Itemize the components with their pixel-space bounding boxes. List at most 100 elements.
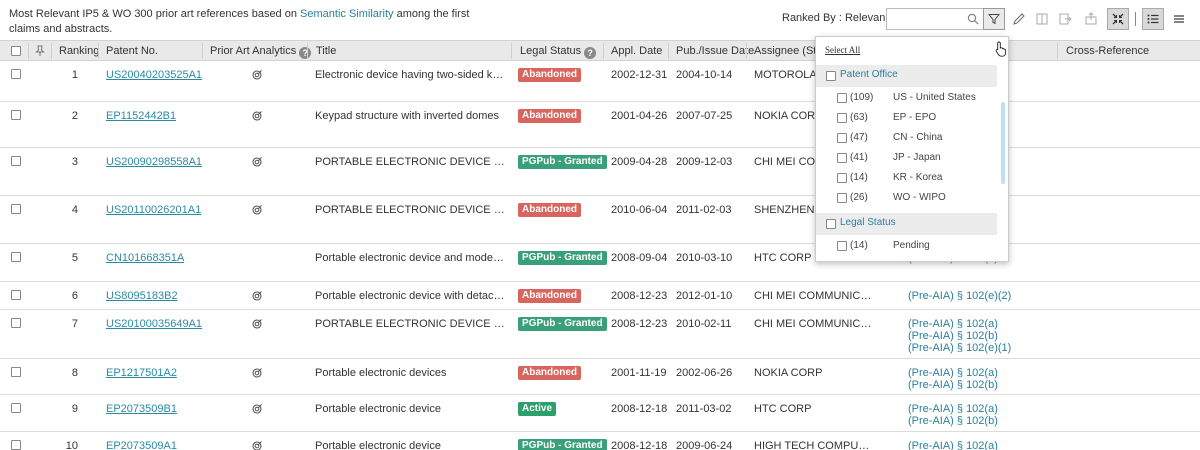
filter-option[interactable]: (14) KR - Korea <box>816 169 997 189</box>
patent-number-link[interactable]: US20100035649A1 <box>106 317 202 331</box>
help-icon[interactable]: ? <box>584 47 597 59</box>
column-header-prior-art-analytics[interactable]: Prior Art Analytics? <box>210 41 312 61</box>
filter-option[interactable]: (109) US - United States <box>816 89 997 109</box>
column-header-ranking[interactable]: Ranking <box>59 41 99 61</box>
target-icon[interactable] <box>252 319 262 329</box>
row-checkbox[interactable] <box>11 403 21 413</box>
option-name[interactable]: KR - Korea <box>893 172 942 183</box>
target-icon[interactable] <box>252 70 262 80</box>
table-row[interactable]: 3 US20090298558A1 PORTABLE ELECTRONIC DEVI… <box>0 148 1200 196</box>
title-text[interactable]: Portable electronic device and mode swit… <box>315 251 505 265</box>
filter-option[interactable]: (41) JP - Japan <box>816 149 997 169</box>
group-checkbox[interactable] <box>826 219 836 229</box>
row-checkbox[interactable] <box>11 290 21 300</box>
filter-option[interactable]: (26) WO - WIPO <box>816 189 997 209</box>
filter-option[interactable]: (14) Pending <box>816 237 997 257</box>
table-row[interactable]: 6 US8095183B2 Portable electronic device w… <box>0 282 1200 310</box>
cross-reference-item[interactable]: (Pre-AIA) § 102(a) <box>908 403 998 415</box>
title-text[interactable]: Keypad structure with inverted domes <box>315 109 505 123</box>
export-icon[interactable] <box>1057 11 1073 27</box>
option-checkbox[interactable] <box>837 153 847 163</box>
target-icon[interactable] <box>252 368 262 378</box>
option-name[interactable]: EP - EPO <box>893 112 936 123</box>
target-icon[interactable] <box>252 441 262 450</box>
option-name[interactable]: US - United States <box>893 92 976 103</box>
title-text[interactable]: Portable electronic device <box>315 439 505 450</box>
patent-number-link[interactable]: US20040203525A1 <box>106 68 202 82</box>
search-icon[interactable] <box>967 13 979 25</box>
table-row[interactable]: 9 EP2073509B1 Portable electronic device Ac… <box>0 395 1200 432</box>
collapse-icon[interactable] <box>1107 8 1129 30</box>
patent-number-link[interactable]: US20090298558A1 <box>106 155 202 169</box>
filter-group[interactable]: Patent Office <box>816 65 997 87</box>
row-checkbox[interactable] <box>11 110 21 120</box>
pin-icon[interactable] <box>35 45 45 57</box>
column-header-patent-no[interactable]: Patent No. <box>106 41 158 61</box>
patent-number-link[interactable]: EP1217501A2 <box>106 366 177 380</box>
filter-option[interactable]: (47) CN - China <box>816 129 997 149</box>
option-name[interactable]: WO - WIPO <box>893 192 946 203</box>
row-checkbox[interactable] <box>11 204 21 214</box>
target-icon[interactable] <box>252 404 262 414</box>
book-icon[interactable] <box>1034 11 1050 27</box>
title-text[interactable]: PORTABLE ELECTRONIC DEVICE WITH M... <box>315 155 505 169</box>
row-checkbox[interactable] <box>11 440 21 450</box>
pencil-icon[interactable] <box>1011 11 1027 27</box>
semantic-similarity-link[interactable]: Semantic Similarity <box>300 8 394 20</box>
target-icon[interactable] <box>252 205 262 215</box>
filter-group[interactable]: Legal Status <box>816 213 997 235</box>
cross-reference-item[interactable]: (Pre-AIA) § 102(a) <box>908 440 998 450</box>
patent-number-link[interactable]: US8095183B2 <box>106 289 178 303</box>
patent-number-link[interactable]: US20110026201A1 <box>106 203 201 217</box>
cross-reference-item[interactable]: (Pre-AIA) § 102(a) <box>908 367 998 379</box>
option-checkbox[interactable] <box>837 93 847 103</box>
table-row[interactable]: 4 US20110026201A1 PORTABLE ELECTRONIC DEVI… <box>0 196 1200 244</box>
share-icon[interactable] <box>1083 11 1099 27</box>
patent-number-link[interactable]: EP2073509B1 <box>106 402 177 416</box>
filter-group-label[interactable]: Patent Office <box>840 69 898 80</box>
select-all-checkbox[interactable] <box>11 46 21 56</box>
table-row[interactable]: 8 EP1217501A2 Portable electronic devices A… <box>0 359 1200 395</box>
title-text[interactable]: Portable electronic device with detachab… <box>315 289 505 303</box>
option-name[interactable]: CN - China <box>893 132 942 143</box>
row-checkbox[interactable] <box>11 69 21 79</box>
target-icon[interactable] <box>252 111 262 121</box>
cross-reference-item[interactable]: (Pre-AIA) § 102(e)(1) <box>908 342 1011 354</box>
list-view-icon[interactable] <box>1142 8 1164 30</box>
patent-number-link[interactable]: EP1152442B1 <box>106 109 176 123</box>
title-text[interactable]: Portable electronic device <box>315 402 505 416</box>
patent-number-link[interactable]: EP2073509A1 <box>106 439 177 450</box>
patent-number-link[interactable]: CN101668351A <box>106 251 184 265</box>
option-checkbox[interactable] <box>837 133 847 143</box>
option-checkbox[interactable] <box>837 241 847 251</box>
option-checkbox[interactable] <box>837 173 847 183</box>
filter-option[interactable]: (63) EP - EPO <box>816 109 997 129</box>
target-icon[interactable] <box>252 157 262 167</box>
target-icon[interactable] <box>252 291 262 301</box>
group-checkbox[interactable] <box>826 71 836 81</box>
title-text[interactable]: Electronic device having two-sided keypa… <box>315 68 505 82</box>
column-header-pub-date[interactable]: Pub./Issue Date <box>676 41 754 61</box>
option-name[interactable]: JP - Japan <box>893 152 941 163</box>
option-checkbox[interactable] <box>837 113 847 123</box>
title-text[interactable]: Portable electronic devices <box>315 366 505 380</box>
cross-reference-item[interactable]: (Pre-AIA) § 102(b) <box>908 330 1011 342</box>
row-checkbox[interactable] <box>11 156 21 166</box>
search-input[interactable] <box>887 9 965 29</box>
row-checkbox[interactable] <box>11 367 21 377</box>
table-row[interactable]: 5 CN101668351A Portable electronic device … <box>0 244 1200 282</box>
column-header-appl-date[interactable]: Appl. Date <box>611 41 662 61</box>
column-header-legal-status[interactable]: Legal Status? <box>520 41 597 61</box>
help-icon[interactable]: ? <box>299 47 312 59</box>
table-row[interactable]: 2 EP1152442B1 Keypad structure with invert… <box>0 102 1200 148</box>
option-checkbox[interactable] <box>837 193 847 203</box>
dropdown-scrollbar[interactable] <box>1001 102 1005 184</box>
title-text[interactable]: PORTABLE ELECTRONIC DEVICE WITH DU... <box>315 203 505 217</box>
table-row[interactable]: 1 US20040203525A1 Electronic device having… <box>0 61 1200 102</box>
row-checkbox[interactable] <box>11 318 21 328</box>
cross-reference-item[interactable]: (Pre-AIA) § 102(e)(2) <box>908 290 1011 302</box>
cross-reference-item[interactable]: (Pre-AIA) § 102(b) <box>908 379 998 391</box>
option-name[interactable]: Pending <box>893 240 930 251</box>
table-row[interactable]: 10 EP2073509A1 Portable electronic device P… <box>0 432 1200 450</box>
menu-icon[interactable] <box>1171 11 1187 27</box>
